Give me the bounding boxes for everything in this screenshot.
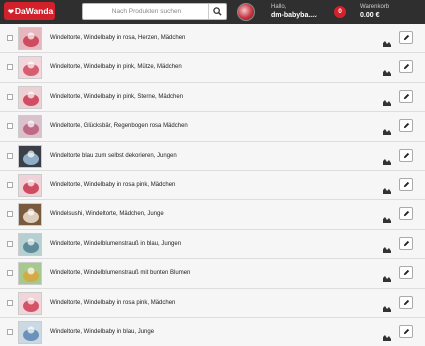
pencil-icon — [403, 211, 410, 217]
pencil-icon — [403, 270, 410, 276]
select-checkbox[interactable] — [7, 211, 13, 218]
select-checkbox[interactable] — [7, 123, 13, 130]
product-title[interactable]: Windeltorte, Windelbaby in pink, Sterne,… — [50, 94, 183, 100]
pencil-icon — [403, 299, 410, 305]
list-item[interactable]: Windeltorte, Glücksbär, Regenbogen rosa … — [0, 112, 425, 142]
product-thumbnail[interactable] — [18, 232, 42, 256]
dawanda-logo[interactable]: ❤DaWanda — [4, 2, 55, 20]
chevron-down-icon[interactable]: ⌄ — [313, 12, 318, 19]
pencil-icon — [403, 93, 410, 99]
pencil-icon — [403, 181, 410, 188]
logo-text: DaWanda — [14, 6, 54, 16]
product-thumbnail[interactable] — [18, 56, 42, 80]
edit-button[interactable] — [399, 119, 413, 133]
list-item[interactable]: Windeltorte, Windelbaby in pink, Mütze, … — [0, 53, 425, 83]
product-title[interactable]: Windeltorte, Windelbaby in pink, Mütze, … — [50, 64, 182, 70]
select-checkbox[interactable] — [7, 93, 13, 100]
search-input[interactable]: Nach Produkten suchen — [82, 3, 227, 20]
stats-icon[interactable] — [383, 210, 391, 228]
stats-icon[interactable] — [383, 299, 391, 317]
select-checkbox[interactable] — [7, 152, 13, 159]
product-list: Windeltorte, Windelbaby in rosa, Herzen,… — [0, 24, 425, 346]
edit-button[interactable] — [399, 266, 413, 280]
stats-icon[interactable] — [383, 63, 391, 81]
product-title[interactable]: Windelsushi, Windeltorte, Mädchen, Junge — [50, 211, 164, 217]
pencil-icon — [403, 123, 410, 129]
product-thumbnail[interactable] — [18, 27, 42, 50]
pencil-icon — [403, 240, 410, 246]
list-item[interactable]: Windeltorte, Windelbaby in rosa pink, Mä… — [0, 170, 425, 201]
product-title[interactable]: Windeltorte, Windelblumenstrauß mit bunt… — [50, 270, 190, 276]
select-checkbox[interactable] — [7, 270, 13, 277]
stats-icon[interactable] — [383, 152, 391, 170]
select-checkbox[interactable] — [7, 299, 13, 306]
pencil-icon — [403, 152, 410, 158]
product-title[interactable]: Windeltorte, Windelbaby in rosa pink, Mä… — [50, 300, 175, 306]
list-item[interactable]: Windeltorte, Windelblumenstrauß in blau,… — [0, 229, 425, 260]
product-title[interactable]: Windeltorte, Windelbaby in blau, Junge — [50, 329, 154, 335]
product-thumbnail[interactable] — [18, 262, 42, 286]
edit-button[interactable] — [399, 236, 413, 250]
product-title[interactable]: Windeltorte blau zum selbst dekorieren, … — [50, 153, 177, 159]
cart-label: Warenkorb — [360, 4, 390, 10]
stats-icon[interactable] — [383, 240, 391, 258]
product-title[interactable]: Windeltorte, Windelblumenstrauß in blau,… — [50, 241, 181, 247]
list-item[interactable]: Windelsushi, Windeltorte, Mädchen, Junge — [0, 200, 425, 230]
edit-button[interactable] — [399, 89, 413, 103]
list-item[interactable]: Windeltorte, Windelbaby in rosa pink, Mä… — [0, 288, 425, 318]
product-thumbnail[interactable] — [18, 173, 42, 197]
avatar[interactable] — [237, 3, 255, 21]
product-thumbnail[interactable] — [18, 320, 42, 344]
heart-icon: ❤ — [8, 9, 14, 16]
product-title[interactable]: Windeltorte, Glücksbär, Regenbogen rosa … — [50, 123, 188, 129]
stats-icon[interactable] — [383, 269, 391, 287]
edit-button[interactable] — [399, 31, 413, 44]
select-checkbox[interactable] — [7, 64, 13, 71]
edit-button[interactable] — [399, 207, 413, 221]
edit-button[interactable] — [399, 295, 413, 309]
cart-total[interactable]: 0.00 € — [360, 12, 379, 19]
stats-icon[interactable] — [383, 34, 391, 52]
product-thumbnail[interactable] — [18, 291, 42, 315]
select-checkbox[interactable] — [7, 240, 13, 247]
edit-button[interactable] — [399, 60, 413, 74]
username[interactable]: dm-babyba... — [271, 12, 314, 19]
select-checkbox[interactable] — [7, 328, 13, 335]
search-icon — [213, 7, 222, 16]
list-item[interactable]: Windeltorte, Windelbaby in rosa, Herzen,… — [0, 24, 425, 54]
edit-button[interactable] — [399, 324, 413, 338]
product-thumbnail[interactable] — [18, 203, 42, 227]
pencil-icon — [403, 64, 410, 70]
list-item[interactable]: Windeltorte, Windelbaby in pink, Sterne,… — [0, 82, 425, 113]
greeting-text: Hallo, — [271, 4, 287, 10]
product-thumbnail[interactable] — [18, 85, 42, 109]
list-item[interactable]: Windeltorte blau zum selbst dekorieren, … — [0, 141, 425, 171]
cart-count-badge[interactable]: 0 — [334, 6, 346, 18]
pencil-icon — [403, 328, 410, 335]
stats-icon[interactable] — [383, 328, 391, 346]
product-title[interactable]: Windeltorte, Windelbaby in rosa, Herzen,… — [50, 35, 185, 41]
edit-button[interactable] — [399, 148, 413, 162]
stats-icon[interactable] — [383, 122, 391, 140]
product-title[interactable]: Windeltorte, Windelbaby in rosa pink, Mä… — [50, 182, 175, 188]
list-item[interactable]: Windeltorte, Windelblumenstrauß mit bunt… — [0, 259, 425, 289]
select-checkbox[interactable] — [7, 35, 13, 41]
top-bar: ❤DaWanda Nach Produkten suchen Hallo, dm… — [0, 0, 425, 24]
edit-button[interactable] — [399, 177, 413, 191]
select-checkbox[interactable] — [7, 181, 13, 188]
search-button[interactable] — [208, 4, 226, 19]
list-item[interactable]: Windeltorte, Windelbaby in blau, Junge — [0, 317, 425, 346]
product-thumbnail[interactable] — [18, 144, 42, 168]
pencil-icon — [403, 34, 410, 41]
stats-icon[interactable] — [383, 93, 391, 111]
stats-icon[interactable] — [383, 181, 391, 199]
product-thumbnail[interactable] — [18, 115, 42, 139]
